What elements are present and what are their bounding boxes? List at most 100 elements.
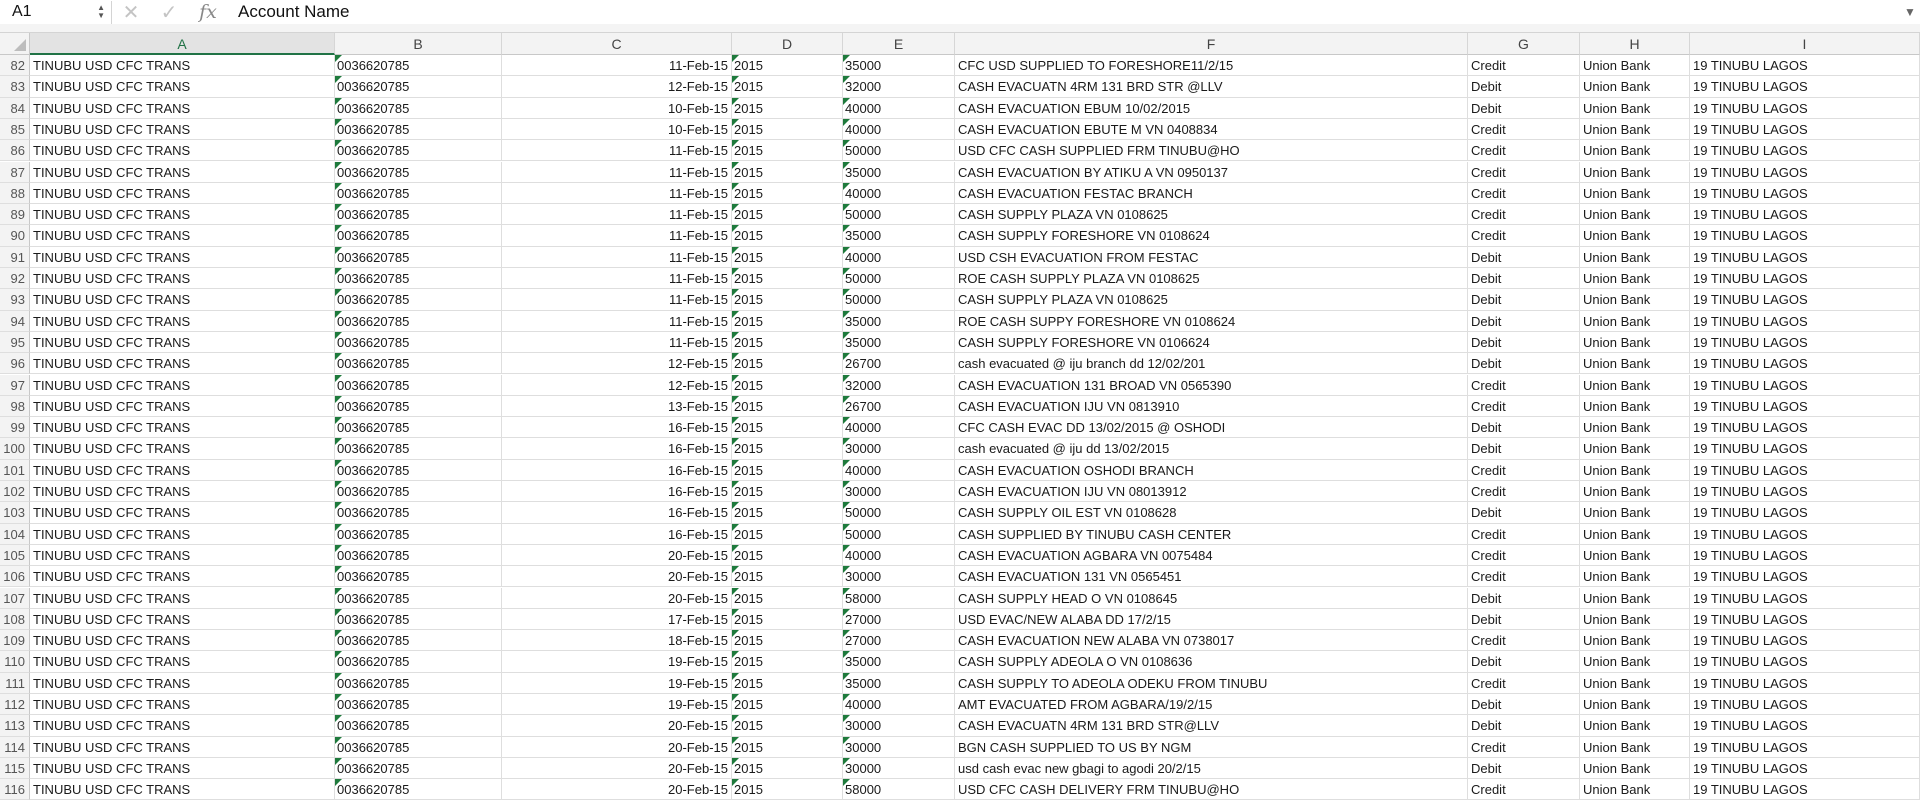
- cell-a[interactable]: TINUBU USD CFC TRANS: [30, 630, 335, 652]
- cell-e[interactable]: 50000: [843, 289, 955, 311]
- cell-g[interactable]: Debit: [1468, 289, 1580, 311]
- cell-e[interactable]: 26700: [843, 395, 955, 418]
- cell-b[interactable]: 0036620785: [335, 694, 502, 716]
- cell-e[interactable]: 50000: [843, 502, 955, 524]
- cell-c[interactable]: 19-Feb-15: [502, 672, 732, 694]
- cell-g[interactable]: Debit: [1468, 268, 1580, 290]
- cell-h[interactable]: Union Bank: [1580, 502, 1690, 524]
- cell-e[interactable]: 35000: [843, 310, 955, 332]
- cell-a[interactable]: TINUBU USD CFC TRANS: [30, 97, 335, 119]
- cell-b[interactable]: 0036620785: [335, 566, 502, 588]
- cell-a[interactable]: TINUBU USD CFC TRANS: [30, 459, 335, 481]
- column-header-d[interactable]: D: [732, 33, 843, 55]
- cell-a[interactable]: TINUBU USD CFC TRANS: [30, 587, 335, 609]
- cell-b[interactable]: 0036620785: [335, 651, 502, 673]
- row-header[interactable]: 105: [0, 544, 30, 567]
- cell-d[interactable]: 2015: [732, 544, 843, 567]
- cell-a[interactable]: TINUBU USD CFC TRANS: [30, 225, 335, 247]
- cell-g[interactable]: Credit: [1468, 395, 1580, 418]
- cell-g[interactable]: Debit: [1468, 353, 1580, 375]
- cell-i[interactable]: 19 TINUBU LAGOS: [1690, 353, 1920, 375]
- cell-a[interactable]: TINUBU USD CFC TRANS: [30, 736, 335, 758]
- cell-c[interactable]: 11-Feb-15: [502, 246, 732, 268]
- row-header[interactable]: 82: [0, 55, 30, 77]
- cell-d[interactable]: 2015: [732, 672, 843, 694]
- cell-h[interactable]: Union Bank: [1580, 268, 1690, 290]
- cell-b[interactable]: 0036620785: [335, 736, 502, 758]
- cell-h[interactable]: Union Bank: [1580, 97, 1690, 119]
- column-header-h[interactable]: H: [1580, 33, 1690, 55]
- row-header[interactable]: 93: [0, 289, 30, 311]
- cell-c[interactable]: 20-Feb-15: [502, 736, 732, 758]
- cell-f[interactable]: USD CSH EVACUATION FROM FESTAC: [955, 246, 1468, 268]
- cell-i[interactable]: 19 TINUBU LAGOS: [1690, 225, 1920, 247]
- cell-b[interactable]: 0036620785: [335, 374, 502, 396]
- cell-i[interactable]: 19 TINUBU LAGOS: [1690, 268, 1920, 290]
- cell-f[interactable]: CASH SUPPLY FORESHORE VN 0106624: [955, 331, 1468, 354]
- cell-d[interactable]: 2015: [732, 55, 843, 77]
- cell-c[interactable]: 16-Feb-15: [502, 481, 732, 503]
- cell-f[interactable]: USD CFC CASH DELIVERY FRM TINUBU@HO: [955, 779, 1468, 800]
- cell-f[interactable]: CASH EVACUATION BY ATIKU A VN 0950137: [955, 161, 1468, 183]
- cell-i[interactable]: 19 TINUBU LAGOS: [1690, 694, 1920, 716]
- cell-h[interactable]: Union Bank: [1580, 566, 1690, 588]
- cell-b[interactable]: 0036620785: [335, 310, 502, 332]
- cell-e[interactable]: 30000: [843, 757, 955, 780]
- cell-d[interactable]: 2015: [732, 140, 843, 162]
- cell-e[interactable]: 27000: [843, 630, 955, 652]
- cell-b[interactable]: 0036620785: [335, 672, 502, 694]
- cell-e[interactable]: 40000: [843, 246, 955, 268]
- cell-i[interactable]: 19 TINUBU LAGOS: [1690, 97, 1920, 119]
- cell-b[interactable]: 0036620785: [335, 76, 502, 98]
- cell-f[interactable]: CASH SUPPLY TO ADEOLA ODEKU FROM TINUBU: [955, 672, 1468, 694]
- cell-f[interactable]: CASH SUPPLY HEAD O VN 0108645: [955, 587, 1468, 609]
- cell-b[interactable]: 0036620785: [335, 502, 502, 524]
- cell-e[interactable]: 40000: [843, 544, 955, 567]
- cell-d[interactable]: 2015: [732, 736, 843, 758]
- cell-g[interactable]: Debit: [1468, 587, 1580, 609]
- cell-c[interactable]: 11-Feb-15: [502, 140, 732, 162]
- formula-input[interactable]: Account Name: [228, 2, 1900, 22]
- cell-c[interactable]: 11-Feb-15: [502, 289, 732, 311]
- cell-g[interactable]: Credit: [1468, 566, 1580, 588]
- cell-i[interactable]: 19 TINUBU LAGOS: [1690, 140, 1920, 162]
- cell-g[interactable]: Debit: [1468, 76, 1580, 98]
- cell-f[interactable]: CASH SUPPLY PLAZA VN 0108625: [955, 289, 1468, 311]
- cell-h[interactable]: Union Bank: [1580, 331, 1690, 354]
- cell-h[interactable]: Union Bank: [1580, 779, 1690, 800]
- cell-g[interactable]: Credit: [1468, 55, 1580, 77]
- cell-h[interactable]: Union Bank: [1580, 417, 1690, 439]
- cell-g[interactable]: Debit: [1468, 417, 1580, 439]
- cell-a[interactable]: TINUBU USD CFC TRANS: [30, 566, 335, 588]
- cell-f[interactable]: AMT EVACUATED FROM AGBARA/19/2/15: [955, 694, 1468, 716]
- cell-i[interactable]: 19 TINUBU LAGOS: [1690, 651, 1920, 673]
- cell-h[interactable]: Union Bank: [1580, 353, 1690, 375]
- cell-e[interactable]: 30000: [843, 566, 955, 588]
- cell-g[interactable]: Credit: [1468, 736, 1580, 758]
- cell-f[interactable]: CASH EVACUATION AGBARA VN 0075484: [955, 544, 1468, 567]
- cell-h[interactable]: Union Bank: [1580, 651, 1690, 673]
- cell-i[interactable]: 19 TINUBU LAGOS: [1690, 161, 1920, 183]
- cell-f[interactable]: CASH SUPPLY ADEOLA O VN 0108636: [955, 651, 1468, 673]
- row-header[interactable]: 107: [0, 587, 30, 609]
- cell-h[interactable]: Union Bank: [1580, 523, 1690, 545]
- cell-g[interactable]: Credit: [1468, 459, 1580, 481]
- cell-e[interactable]: 50000: [843, 523, 955, 545]
- cell-f[interactable]: CASH EVACUATION 131 BROAD VN 0565390: [955, 374, 1468, 396]
- row-header[interactable]: 89: [0, 204, 30, 226]
- cell-b[interactable]: 0036620785: [335, 225, 502, 247]
- cell-g[interactable]: Credit: [1468, 161, 1580, 183]
- cell-b[interactable]: 0036620785: [335, 246, 502, 268]
- row-header[interactable]: 85: [0, 118, 30, 141]
- cell-d[interactable]: 2015: [732, 204, 843, 226]
- column-header-i[interactable]: I: [1690, 33, 1920, 55]
- cell-f[interactable]: CASH EVACUATION EBUTE M VN 0408834: [955, 118, 1468, 141]
- cell-f[interactable]: CASH SUPPLY PLAZA VN 0108625: [955, 204, 1468, 226]
- cell-f[interactable]: cash evacuated @ iju branch dd 12/02/201: [955, 353, 1468, 375]
- row-header[interactable]: 106: [0, 566, 30, 588]
- cell-a[interactable]: TINUBU USD CFC TRANS: [30, 353, 335, 375]
- cell-h[interactable]: Union Bank: [1580, 76, 1690, 98]
- cell-e[interactable]: 35000: [843, 672, 955, 694]
- cell-e[interactable]: 58000: [843, 779, 955, 800]
- cell-g[interactable]: Credit: [1468, 204, 1580, 226]
